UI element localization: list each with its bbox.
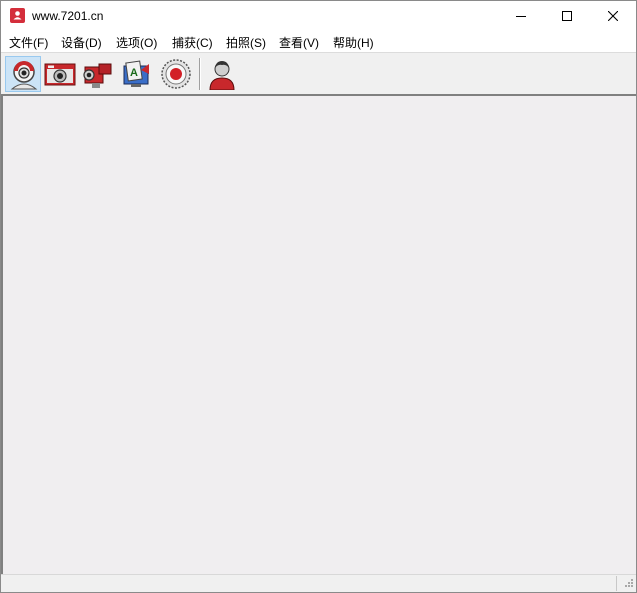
minimize-icon <box>516 16 526 17</box>
webcam-icon <box>10 61 38 90</box>
svg-text:A: A <box>130 67 138 79</box>
close-button[interactable] <box>590 1 636 31</box>
video-camera-button[interactable] <box>79 56 115 92</box>
monitor-app-button[interactable]: A <box>119 56 155 92</box>
menu-help[interactable]: 帮助(H) <box>333 34 374 51</box>
camera-button[interactable] <box>42 56 78 92</box>
menu-view[interactable]: 查看(V) <box>279 34 319 51</box>
maximize-icon <box>562 11 572 21</box>
record-button[interactable] <box>158 56 194 92</box>
maximize-button[interactable] <box>544 1 590 31</box>
window-title: www.7201.cn <box>32 9 104 23</box>
menu-file[interactable]: 文件(F) <box>9 34 48 51</box>
user-avatar-icon <box>209 61 235 90</box>
monitor-app-icon: A <box>123 60 149 87</box>
minimize-button[interactable] <box>498 1 544 31</box>
toolbar-separator <box>199 58 201 90</box>
user-photo-icon <box>10 8 25 23</box>
toolbar: A <box>1 52 636 94</box>
menu-bar: 文件(F) 设备(D) 选项(O) 捕获(C) 拍照(S) 查看(V) 帮助(H… <box>1 31 636 52</box>
video-camera-icon <box>83 63 112 88</box>
title-bar[interactable]: www.7201.cn <box>1 1 636 31</box>
close-icon <box>608 11 618 21</box>
resize-grip-icon[interactable] <box>623 579 634 590</box>
menu-device[interactable]: 设备(D) <box>61 34 102 51</box>
preview-area[interactable] <box>1 94 636 574</box>
menu-snapshot[interactable]: 拍照(S) <box>226 34 266 51</box>
menu-options[interactable]: 选项(O) <box>116 34 157 51</box>
app-window: www.7201.cn 文件(F) 设备(D) 选项(O) 捕获(C) 拍照(S… <box>0 0 637 593</box>
menu-capture[interactable]: 捕获(C) <box>172 34 213 51</box>
record-icon <box>161 59 191 89</box>
status-bar <box>1 574 636 592</box>
user-avatar-button[interactable] <box>204 56 240 92</box>
status-pane <box>1 576 617 591</box>
webcam-button[interactable] <box>5 56 41 92</box>
camera-icon <box>44 63 76 86</box>
